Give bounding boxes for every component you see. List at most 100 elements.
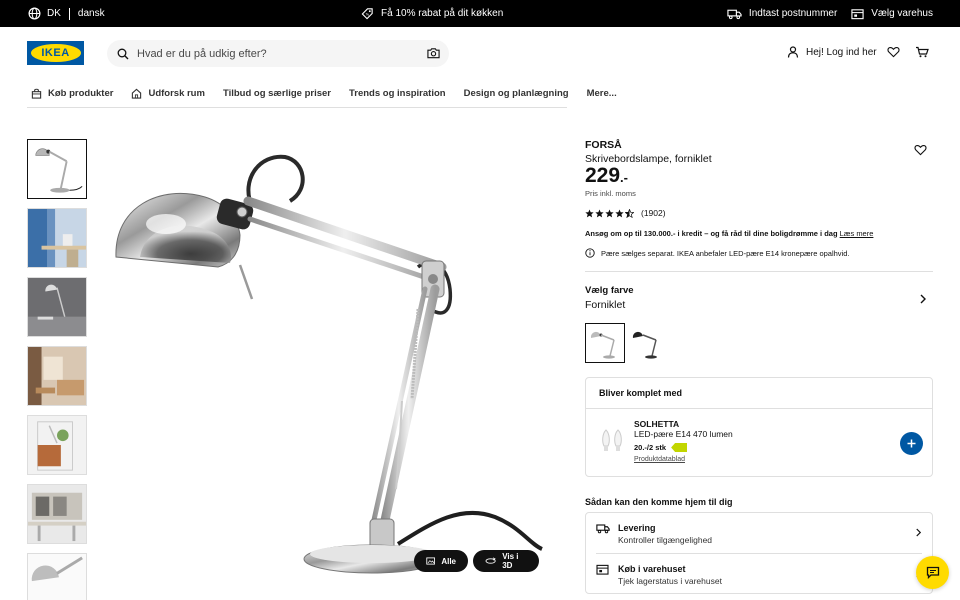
nav-item-more[interactable]: Mere... [587, 88, 617, 99]
camera-icon[interactable] [427, 47, 440, 59]
star-icon [615, 208, 624, 217]
thumbnail[interactable] [27, 139, 87, 199]
office-thumbnail-image [28, 485, 86, 543]
house-icon [132, 88, 142, 99]
info-icon [585, 248, 595, 258]
datasheet-link[interactable]: Produktdatablad [634, 456, 685, 463]
language-selector[interactable]: DK dansk [28, 0, 105, 27]
thumbnail[interactable] [27, 553, 87, 600]
logo-oval: IKEA [30, 44, 81, 62]
thumbnail[interactable] [27, 277, 87, 337]
show-all-button[interactable]: Alle [414, 550, 468, 572]
color-swatch-black[interactable] [627, 323, 667, 363]
heart-icon[interactable] [887, 46, 900, 58]
divider [68, 7, 70, 20]
chevron-right-icon[interactable] [919, 294, 927, 304]
nav-item-shop-products[interactable]: Køb produkter [31, 88, 113, 99]
star-icon [605, 208, 614, 217]
delivery-options: Levering Kontroller tilgængelighed Køb i… [585, 512, 933, 594]
product-name: FORSÅ [585, 139, 622, 151]
desk-dark-thumbnail-image [28, 278, 86, 336]
chat-button[interactable] [916, 556, 949, 589]
nav-item-offers[interactable]: Tilbud og særlige priser [223, 88, 331, 99]
store-label: Vælg varehus [871, 8, 933, 19]
search-bar[interactable] [107, 40, 449, 67]
gallery-icon [426, 557, 435, 565]
bag-icon [31, 88, 42, 99]
nav-item-explore-rooms[interactable]: Udforsk rum [131, 88, 205, 99]
star-icon [595, 208, 604, 217]
nav-label: Design og planlægning [463, 88, 569, 99]
product-price: 229.- [585, 164, 628, 188]
thumbnail-list [27, 139, 88, 600]
promo-text: Få 10% rabat på dit køkken [381, 8, 504, 19]
bulb-product-image[interactable] [600, 428, 626, 452]
bulb-note: Pære sælges separat. IKEA anbefaler LED-… [585, 248, 849, 258]
color-value: Forniklet [585, 299, 626, 311]
complete-with-heading: Bliver komplet med [586, 378, 932, 409]
complete-with-section: Bliver komplet med SOLHETTA LED-pære E14… [585, 377, 933, 477]
thumbnail[interactable] [27, 208, 87, 268]
credit-offer: Ansøg om op til 130.000.- i kredit – og … [585, 229, 873, 238]
bundle-product-price: 20.-/2 stk [634, 443, 688, 452]
divider [585, 271, 933, 272]
price-value: 229 [585, 164, 621, 187]
bundle-product-description: LED-pære E14 470 lumen [634, 429, 733, 439]
tag-icon: % [361, 8, 373, 20]
view-3d-button[interactable]: Vis i 3D [473, 550, 539, 572]
header: IKEA Hej! Log ind her [0, 27, 960, 80]
star-icon [585, 208, 594, 217]
store-icon [851, 8, 864, 19]
delivery-option-subtitle: Tjek lagerstatus i varehuset [618, 576, 722, 586]
logo-text: IKEA [41, 47, 70, 59]
black-lamp-swatch-image [632, 331, 657, 359]
favorite-heart-icon[interactable] [914, 144, 927, 156]
postcode-button[interactable]: Indtast postnummer [727, 8, 837, 20]
truck-icon [596, 524, 610, 534]
nav-item-trends[interactable]: Trends og inspiration [349, 88, 446, 99]
bundle-product-name[interactable]: SOLHETTA [634, 419, 679, 429]
user-icon [787, 46, 799, 58]
truck-icon [727, 9, 742, 19]
delivery-option-title: Levering [618, 523, 656, 533]
product-details: FORSÅ Skrivebordslampe, forniklet 229.- … [585, 139, 933, 594]
thumbnail[interactable] [27, 415, 87, 475]
chat-icon [926, 566, 939, 579]
room-thumbnail-image [28, 209, 86, 267]
rating[interactable]: (1902) [585, 208, 666, 218]
nickel-lamp-swatch-image [590, 331, 615, 359]
energy-label-icon[interactable] [671, 443, 688, 452]
svg-text:%: % [366, 12, 370, 16]
color-swatch-nickel[interactable] [585, 323, 625, 363]
product-description[interactable]: Skrivebordslampe, forniklet [585, 153, 933, 165]
price-suffix: .- [620, 170, 628, 185]
chevron-right-icon [916, 528, 922, 537]
cart-icon[interactable] [915, 46, 929, 58]
product-main-image[interactable]: Alle Vis i 3D [100, 139, 570, 579]
promo-banner[interactable]: % Få 10% rabat på dit køkken [361, 0, 503, 27]
half-star-icon [625, 208, 634, 218]
bundle-price-value: 20.-/2 stk [634, 443, 667, 452]
detail-thumbnail-image [28, 554, 86, 600]
search-input[interactable] [137, 47, 417, 60]
credit-text: Ansøg om op til 130.000.- i kredit – og … [585, 229, 838, 238]
ikea-logo[interactable]: IKEA [27, 41, 84, 65]
delivery-heading: Sådan kan den komme hjem til dig [585, 497, 733, 507]
shelf-thumbnail-image [28, 416, 86, 474]
delivery-option-title: Køb i varehuset [618, 564, 686, 574]
delivery-option-store[interactable]: Køb i varehuset Tjek lagerstatus i vareh… [596, 553, 922, 593]
store-icon [596, 564, 609, 575]
store-selector[interactable]: Vælg varehus [851, 8, 933, 20]
nav-label: Trends og inspiration [348, 88, 446, 99]
login-button[interactable]: Hej! Log ind her [787, 46, 877, 58]
vat-note: Pris inkl. moms [585, 189, 636, 198]
read-more-link[interactable]: Læs mere [840, 229, 874, 238]
thumbnail[interactable] [27, 484, 87, 544]
nav-item-design[interactable]: Design og planlægning [464, 88, 569, 99]
lamp-image [115, 154, 543, 574]
add-to-cart-button[interactable] [900, 432, 923, 455]
language-label: dansk [77, 8, 105, 19]
thumbnail[interactable] [27, 346, 87, 406]
country-code: DK [47, 8, 61, 19]
delivery-option-home[interactable]: Levering Kontroller tilgængelighed [586, 513, 932, 553]
